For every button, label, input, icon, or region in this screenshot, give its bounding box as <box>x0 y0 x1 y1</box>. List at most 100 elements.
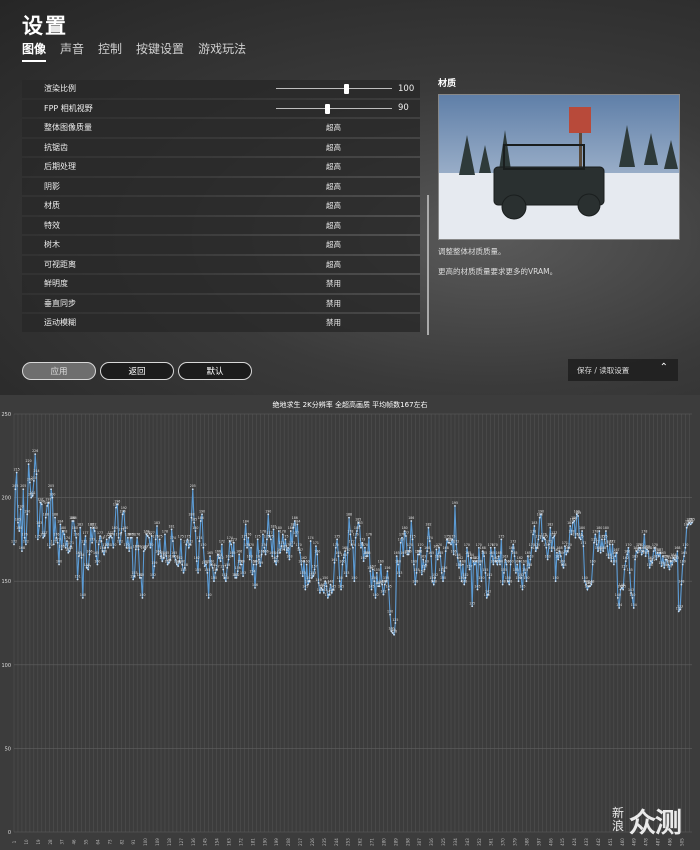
data-point <box>553 535 556 537</box>
option-value: 超高 <box>326 162 341 172</box>
data-label: 170 <box>333 543 339 547</box>
x-tick-label: 172 <box>238 838 243 846</box>
option-render-scale[interactable]: 渲染比例 100 <box>22 80 420 98</box>
data-point <box>675 560 678 563</box>
settings-panel: 设置 图像 声音 控制 按键设置 游戏玩法 渲染比例 100 FPP 相机视野 … <box>0 0 700 395</box>
data-point <box>40 503 43 506</box>
data-point <box>366 555 369 558</box>
data-point <box>83 543 86 546</box>
data-point <box>356 530 358 532</box>
data-point <box>18 530 21 532</box>
data-point <box>423 568 426 571</box>
y-tick-label: 50 <box>5 746 11 752</box>
x-tick-label: 352 <box>477 838 482 846</box>
option-view-distance[interactable]: 可视距离 超高 <box>22 255 420 273</box>
tab-keybindings[interactable]: 按键设置 <box>136 40 184 62</box>
option-sharpen[interactable]: 鲜明度 禁用 <box>22 275 420 293</box>
data-label: 188 <box>52 513 58 517</box>
data-label: 197 <box>45 498 51 502</box>
data-point <box>548 543 550 546</box>
data-label: 162 <box>623 556 629 560</box>
data-point <box>28 481 31 484</box>
data-point <box>689 523 692 526</box>
data-label: 156 <box>441 566 447 570</box>
data-point <box>328 593 331 596</box>
data-label: 153 <box>396 571 402 575</box>
data-point <box>503 571 505 574</box>
option-value: 超高 <box>326 181 341 191</box>
data-label: 180 <box>112 526 118 530</box>
data-point <box>393 633 395 636</box>
default-button[interactable]: 默认 <box>178 362 252 380</box>
data-point <box>657 555 660 558</box>
fov-slider[interactable] <box>276 107 392 109</box>
data-label: 130 <box>387 610 393 614</box>
option-fpp-fov[interactable]: FPP 相机视野 90 <box>22 99 420 117</box>
x-tick-label: 127 <box>179 838 184 846</box>
preview-title: 材质 <box>438 79 457 89</box>
data-point <box>153 565 156 568</box>
data-label: 145 <box>338 585 344 589</box>
data-point <box>487 593 489 596</box>
data-point <box>525 580 528 583</box>
option-overall-quality[interactable]: 整体图像质量 超高 <box>22 119 420 137</box>
tab-gameplay[interactable]: 游戏玩法 <box>198 40 246 62</box>
tab-control[interactable]: 控制 <box>98 40 122 62</box>
data-point <box>622 588 625 591</box>
data-point <box>434 576 437 579</box>
data-point <box>80 556 83 559</box>
x-tick-label: 370 <box>501 838 506 846</box>
option-textures[interactable]: 材质 超高 <box>22 197 420 215</box>
data-point <box>149 546 152 549</box>
option-vsync[interactable]: 垂直同步 禁用 <box>22 294 420 312</box>
data-label: 157 <box>85 564 91 568</box>
data-point <box>455 543 458 546</box>
data-point <box>385 580 388 583</box>
x-tick-label: 442 <box>596 838 601 846</box>
option-post-processing[interactable]: 后期处理 超高 <box>22 158 420 176</box>
option-effects[interactable]: 特效 超高 <box>22 216 420 234</box>
data-point <box>96 563 99 566</box>
option-foliage[interactable]: 树木 超高 <box>22 236 420 254</box>
render-scale-slider-thumb[interactable] <box>343 84 349 94</box>
data-label: 150 <box>383 576 389 580</box>
data-point <box>15 471 18 474</box>
data-point <box>107 546 109 549</box>
data-point <box>272 528 275 531</box>
data-label: 166 <box>406 549 412 553</box>
data-label: 145 <box>474 585 480 589</box>
apply-button[interactable]: 应用 <box>22 362 96 380</box>
fov-slider-thumb[interactable] <box>325 103 331 114</box>
data-point <box>307 583 309 586</box>
option-motion-blur[interactable]: 运动模糊 禁用 <box>22 314 420 332</box>
data-point <box>22 488 25 491</box>
data-label: 151 <box>75 575 81 579</box>
data-point <box>473 563 476 566</box>
data-point <box>480 580 483 583</box>
data-point <box>360 546 362 549</box>
data-label: 165 <box>93 551 99 555</box>
data-point <box>254 586 256 589</box>
data-label: 173 <box>231 538 237 542</box>
render-scale-slider[interactable] <box>276 88 392 89</box>
data-point <box>156 525 158 527</box>
back-button[interactable]: 返回 <box>100 362 174 380</box>
data-label: 133 <box>677 605 683 609</box>
option-value: 超高 <box>326 220 341 230</box>
data-label: 177 <box>293 531 299 535</box>
data-point <box>567 546 570 549</box>
tab-sound[interactable]: 声音 <box>60 40 84 62</box>
option-anti-aliasing[interactable]: 抗锯齿 超高 <box>22 138 420 156</box>
data-point <box>569 525 572 527</box>
data-label: 172 <box>546 539 552 543</box>
tab-graphics[interactable]: 图像 <box>22 40 47 62</box>
x-tick-label: 10 <box>24 839 29 845</box>
data-point <box>206 571 209 574</box>
x-tick-label: 145 <box>203 838 208 846</box>
data-label: 145 <box>368 585 374 589</box>
option-value: 90 <box>398 103 409 114</box>
save-load-settings-button[interactable]: 保存 / 读取设置 ⌃ <box>568 359 678 381</box>
option-shadows[interactable]: 阴影 超高 <box>22 177 420 195</box>
options-scrollbar[interactable] <box>427 195 429 335</box>
data-label: 167 <box>613 548 619 552</box>
